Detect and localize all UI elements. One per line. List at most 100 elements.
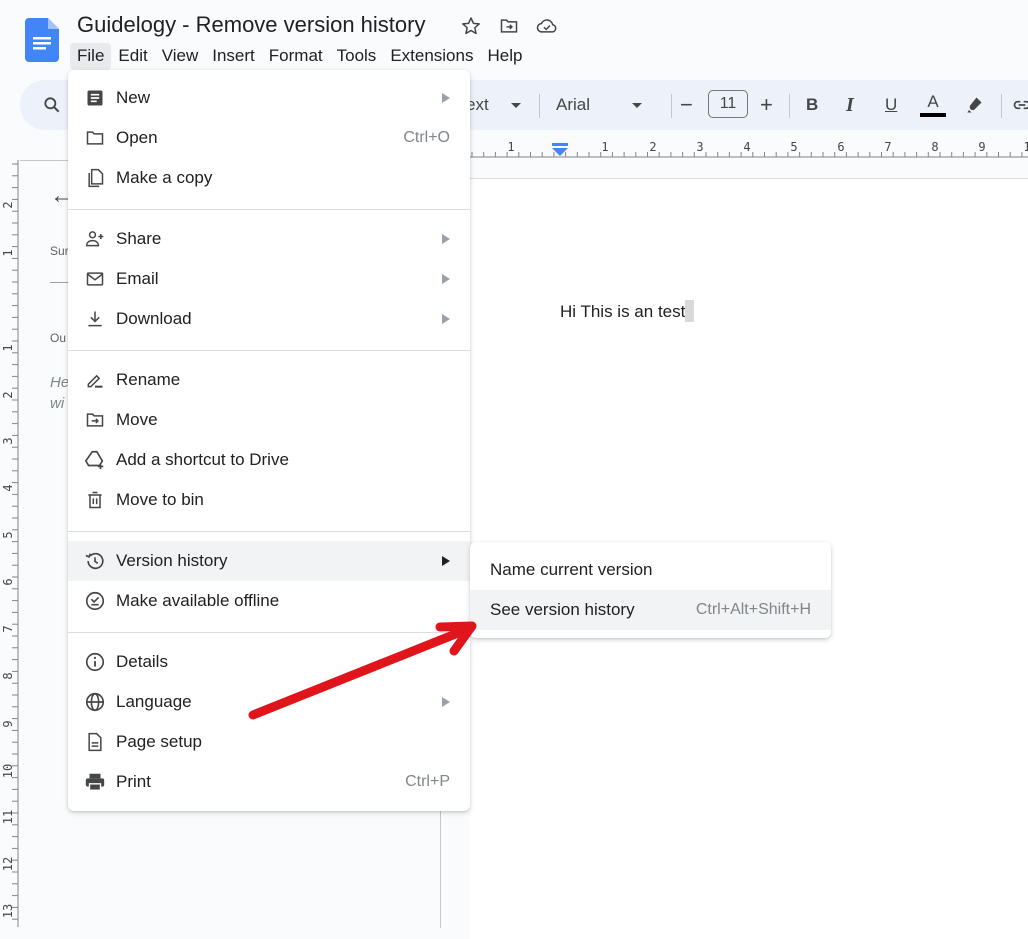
menu-item-make-a-copy[interactable]: Make a copy (68, 158, 470, 198)
insert-link-button[interactable] (1012, 80, 1028, 130)
menu-item-label: Details (116, 652, 168, 671)
menu-item-page-setup[interactable]: Page setup (68, 722, 470, 762)
ruler-label: 2 (1, 201, 15, 208)
ruler-label: 2 (649, 140, 656, 154)
menu-item-label: Move (116, 410, 158, 429)
document-body-text[interactable]: Hi This is an test (560, 300, 695, 322)
menu-item-make-available-offline[interactable]: Make available offline (68, 581, 470, 621)
rename-icon (84, 369, 106, 391)
outline-hint-line2: wi (50, 395, 65, 412)
document-title[interactable]: Guidelogy - Remove version history (77, 12, 425, 38)
menu-extensions[interactable]: Extensions (383, 43, 480, 70)
menu-tools[interactable]: Tools (330, 43, 384, 70)
menu-edit[interactable]: Edit (111, 43, 154, 70)
ruler-label: 7 (884, 140, 891, 154)
ruler-label: 5 (790, 140, 797, 154)
menu-divider (68, 209, 470, 210)
print-icon (84, 771, 106, 793)
move-to-folder-icon[interactable] (498, 15, 520, 37)
menu-item-download[interactable]: Download (68, 299, 470, 339)
menu-item-move-to-bin[interactable]: Move to bin (68, 480, 470, 520)
menu-item-label: See version history (490, 600, 635, 619)
font-size-input[interactable]: 11 (708, 90, 748, 118)
menu-item-details[interactable]: Details (68, 642, 470, 682)
toolbar-divider (671, 94, 672, 118)
menu-item-rename[interactable]: Rename (68, 360, 470, 400)
menu-item-label: Print (116, 772, 151, 791)
menu-item-move[interactable]: Move (68, 400, 470, 440)
menu-item-label: Share (116, 229, 162, 248)
text-cursor (685, 300, 695, 322)
toolbar-divider (539, 94, 540, 118)
decrease-font-size-button[interactable]: − (680, 80, 693, 130)
ruler-label: 3 (1, 437, 15, 444)
ruler-label: 13 (1, 904, 15, 918)
menu-item-open[interactable]: Open Ctrl+O (68, 118, 470, 158)
menu-item-language[interactable]: Language (68, 682, 470, 722)
submenu-arrow-icon (442, 234, 450, 244)
italic-button[interactable]: I (846, 80, 854, 130)
move-folder-icon (84, 409, 106, 431)
search-menus-button[interactable] (42, 80, 62, 130)
horizontal-ruler[interactable]: 1 1 2 3 4 5 6 7 8 9 1 (470, 135, 1028, 165)
menu-item-version-history[interactable]: Version history (68, 541, 470, 581)
summary-divider (50, 282, 70, 283)
text-color-button[interactable]: A (920, 80, 946, 130)
bold-button[interactable]: B (806, 80, 818, 130)
shortcut-label: Ctrl+Alt+Shift+H (695, 601, 811, 618)
shortcut-label: Ctrl+P (405, 773, 450, 790)
highlighter-icon (967, 97, 982, 113)
chevron-down-icon (632, 102, 643, 108)
copy-icon (84, 167, 106, 189)
menu-item-add-shortcut[interactable]: Add a shortcut to Drive (68, 440, 470, 480)
underline-button[interactable]: U (885, 80, 897, 130)
toolbar-divider (789, 94, 790, 118)
ruler-label: 10 (1, 764, 15, 778)
menu-insert[interactable]: Insert (205, 43, 262, 70)
submenu-item-see-version-history[interactable]: See version history Ctrl+Alt+Shift+H (470, 590, 831, 630)
ruler-label: 6 (837, 140, 844, 154)
menu-item-label: Page setup (116, 732, 203, 751)
cloud-saved-icon[interactable] (536, 15, 558, 37)
menu-help[interactable]: Help (480, 43, 529, 70)
star-icon[interactable] (460, 15, 482, 37)
ruler-label: 9 (978, 140, 985, 154)
folder-icon (84, 127, 106, 149)
font-dropdown[interactable]: Arial (556, 80, 643, 130)
menu-divider (68, 632, 470, 633)
ruler-label: 3 (696, 140, 703, 154)
menu-bar: File Edit View Insert Format Tools Exten… (70, 43, 529, 70)
menu-format[interactable]: Format (262, 43, 330, 70)
menu-item-label: Download (116, 309, 192, 328)
docs-logo-icon[interactable] (25, 18, 59, 62)
menu-file[interactable]: File (70, 43, 112, 70)
menu-item-share[interactable]: Share (68, 219, 470, 259)
menu-item-label: Make a copy (116, 168, 213, 187)
menu-item-label: Open (116, 128, 158, 147)
menu-item-print[interactable]: Print Ctrl+P (68, 762, 470, 802)
vertical-ruler[interactable]: 2112345678910111213 (0, 160, 20, 927)
submenu-item-name-current-version[interactable]: Name current version (470, 550, 831, 590)
globe-icon (84, 691, 106, 713)
ruler-label: 1 (507, 140, 514, 154)
menu-item-label: Version history (116, 551, 228, 570)
paragraph-style-dropdown[interactable]: ext (466, 80, 521, 130)
menu-divider (68, 531, 470, 532)
menu-item-label: Rename (116, 370, 181, 389)
submenu-arrow-icon (442, 93, 450, 103)
menu-view[interactable]: View (155, 43, 206, 70)
trash-icon (84, 489, 106, 511)
highlight-color-button[interactable] (964, 80, 984, 130)
history-icon (84, 550, 106, 572)
summary-label: Sur (50, 244, 69, 258)
version-history-submenu: Name current version See version history… (470, 542, 831, 638)
ruler-label: 1 (1, 249, 15, 256)
menu-item-new[interactable]: New (68, 78, 470, 118)
submenu-arrow-icon (442, 314, 450, 324)
ruler-label: 1 (1023, 140, 1028, 154)
ruler-label: 4 (743, 140, 750, 154)
drive-shortcut-icon (84, 449, 106, 471)
increase-font-size-button[interactable]: + (760, 80, 773, 130)
menu-item-email[interactable]: Email (68, 259, 470, 299)
submenu-arrow-icon (442, 697, 450, 707)
